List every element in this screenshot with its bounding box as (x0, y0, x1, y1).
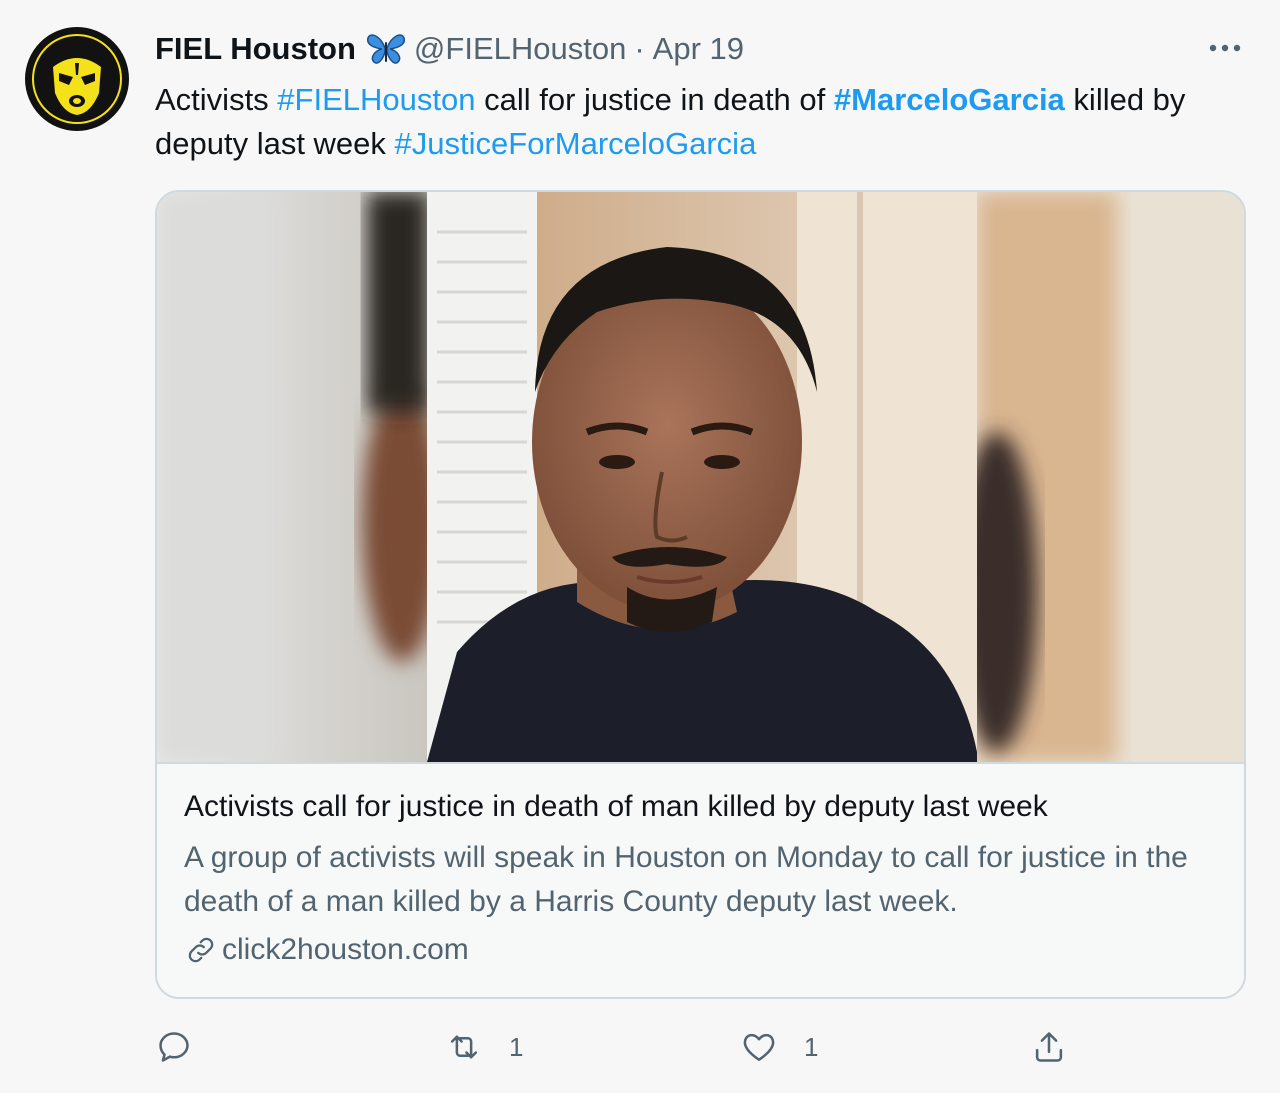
link-card[interactable]: Activists call for justice in death of m… (155, 190, 1246, 999)
tweet: FIEL Houston @FIELHouston · Apr 19 Activ… (0, 0, 1280, 1093)
fiel-logo-icon (27, 29, 127, 129)
card-title: Activists call for justice in death of m… (184, 790, 1048, 823)
card-photo (157, 192, 1244, 762)
link-icon (188, 937, 214, 963)
more-options-button[interactable] (1203, 30, 1247, 66)
author-handle[interactable]: @FIELHouston (414, 31, 626, 67)
hashtag-marcelogarcia[interactable]: #MarceloGarcia (834, 82, 1065, 117)
tweet-text-segment: call for justice in death of (475, 82, 834, 117)
action-bar: 1 1 (155, 1022, 1255, 1072)
retweet-button[interactable]: 1 (445, 1022, 523, 1072)
card-image[interactable] (157, 192, 1244, 762)
tweet-text-segment: Activists (155, 82, 278, 117)
heart-icon (743, 1033, 775, 1061)
hashtag-justiceformarcelogarcia[interactable]: #JusticeForMarceloGarcia (395, 126, 757, 161)
share-button[interactable] (1030, 1022, 1068, 1072)
tweet-header: FIEL Houston @FIELHouston · Apr 19 (155, 26, 744, 72)
card-domain: click2houston.com (184, 928, 469, 972)
retweet-count: 1 (509, 1031, 524, 1062)
butterfly-icon (366, 34, 405, 64)
like-count: 1 (804, 1031, 819, 1062)
retweet-icon (450, 1035, 478, 1059)
author-name[interactable]: FIEL Houston (155, 31, 356, 67)
like-button[interactable]: 1 (740, 1022, 818, 1072)
reply-button[interactable] (155, 1022, 219, 1072)
card-description: A group of activists will speak in Houst… (184, 841, 1188, 918)
avatar[interactable] (25, 27, 129, 131)
tweet-date[interactable]: Apr 19 (653, 31, 744, 67)
share-icon (1035, 1032, 1063, 1062)
more-dots-icon (1209, 44, 1241, 52)
card-body[interactable]: Activists call for justice in death of m… (157, 762, 1244, 997)
reply-icon (159, 1032, 189, 1062)
hashtag-fielhouston[interactable]: #FIELHouston (277, 82, 475, 117)
card-domain-text: click2houston.com (222, 933, 469, 966)
tweet-text: Activists #FIELHouston call for justice … (155, 78, 1245, 166)
separator-dot: · (634, 31, 645, 66)
